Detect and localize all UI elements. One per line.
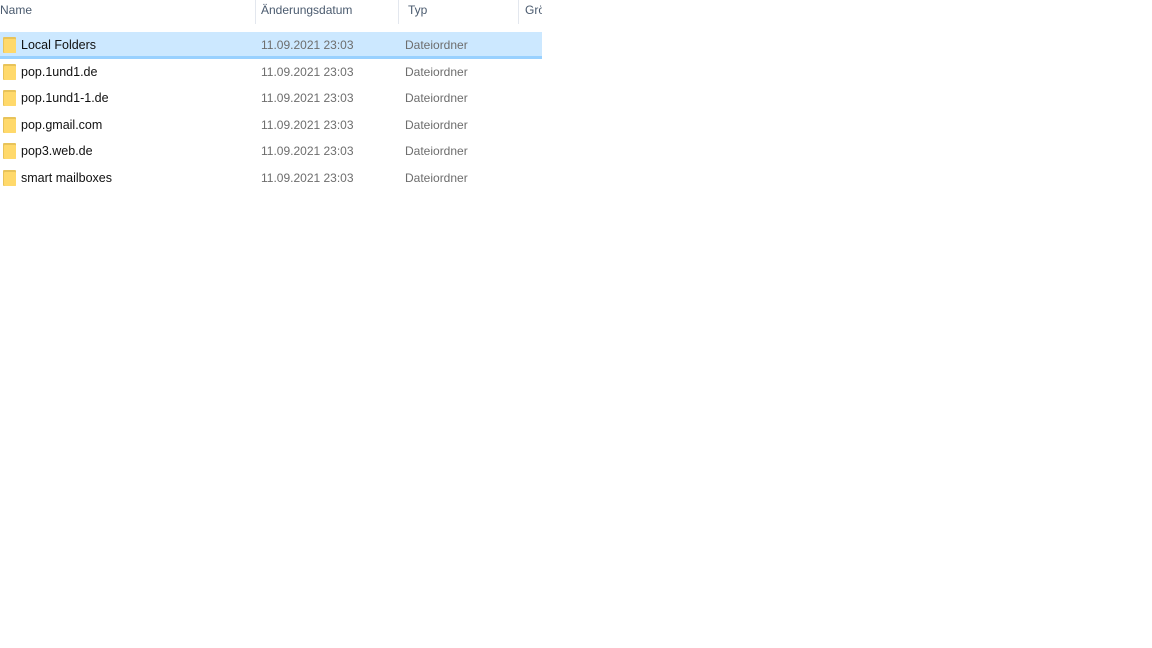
file-list-view: Name Änderungsdatum Typ Grö Local Folder… — [0, 0, 542, 200]
file-modified-date: 11.09.2021 23:03 — [261, 64, 354, 79]
folder-icon — [3, 169, 16, 186]
column-header-bar: Name Änderungsdatum Typ Grö — [0, 0, 542, 24]
file-type: Dateiordner — [405, 117, 468, 132]
file-modified-date: 11.09.2021 23:03 — [261, 38, 354, 52]
file-name: pop3.web.de — [21, 144, 93, 159]
file-modified-date: 11.09.2021 23:03 — [261, 117, 354, 132]
file-row-pop-1und1[interactable]: pop.1und1.de 11.09.2021 23:03 Dateiordne… — [0, 59, 542, 86]
folder-icon — [3, 116, 16, 133]
column-divider[interactable] — [518, 0, 519, 24]
file-type: Dateiordner — [405, 38, 468, 52]
column-divider[interactable] — [255, 0, 256, 24]
column-divider[interactable] — [398, 0, 399, 24]
file-name: pop.1und1-1.de — [21, 91, 109, 106]
folder-icon — [3, 143, 16, 160]
file-row-pop-1und1-1[interactable]: pop.1und1-1.de 11.09.2021 23:03 Dateiord… — [0, 85, 542, 112]
file-name: pop.gmail.com — [21, 117, 103, 132]
file-rows: Local Folders 11.09.2021 23:03 Dateiordn… — [0, 32, 542, 192]
folder-icon — [3, 37, 16, 53]
file-type: Dateiordner — [405, 91, 468, 106]
column-header-size[interactable]: Grö — [525, 0, 542, 24]
file-modified-date: 11.09.2021 23:03 — [261, 170, 354, 185]
column-header-date[interactable]: Änderungsdatum — [261, 0, 395, 24]
file-row-local-folders[interactable]: Local Folders 11.09.2021 23:03 Dateiordn… — [0, 32, 542, 59]
file-name: Local Folders — [21, 38, 97, 52]
file-type: Dateiordner — [405, 64, 468, 79]
file-modified-date: 11.09.2021 23:03 — [261, 91, 354, 106]
folder-icon — [3, 90, 16, 107]
file-row-smart-mailboxes[interactable]: smart mailboxes 11.09.2021 23:03 Dateior… — [0, 165, 542, 192]
file-modified-date: 11.09.2021 23:03 — [261, 144, 354, 159]
file-name: pop.1und1.de — [21, 64, 98, 79]
file-row-pop-gmail[interactable]: pop.gmail.com 11.09.2021 23:03 Dateiordn… — [0, 112, 542, 139]
column-header-type[interactable]: Typ — [408, 0, 516, 24]
file-name: smart mailboxes — [21, 170, 112, 185]
folder-icon — [3, 63, 16, 80]
file-row-pop3-web[interactable]: pop3.web.de 11.09.2021 23:03 Dateiordner — [0, 138, 542, 165]
file-type: Dateiordner — [405, 144, 468, 159]
column-header-name[interactable]: Name — [0, 0, 250, 24]
file-type: Dateiordner — [405, 170, 468, 185]
